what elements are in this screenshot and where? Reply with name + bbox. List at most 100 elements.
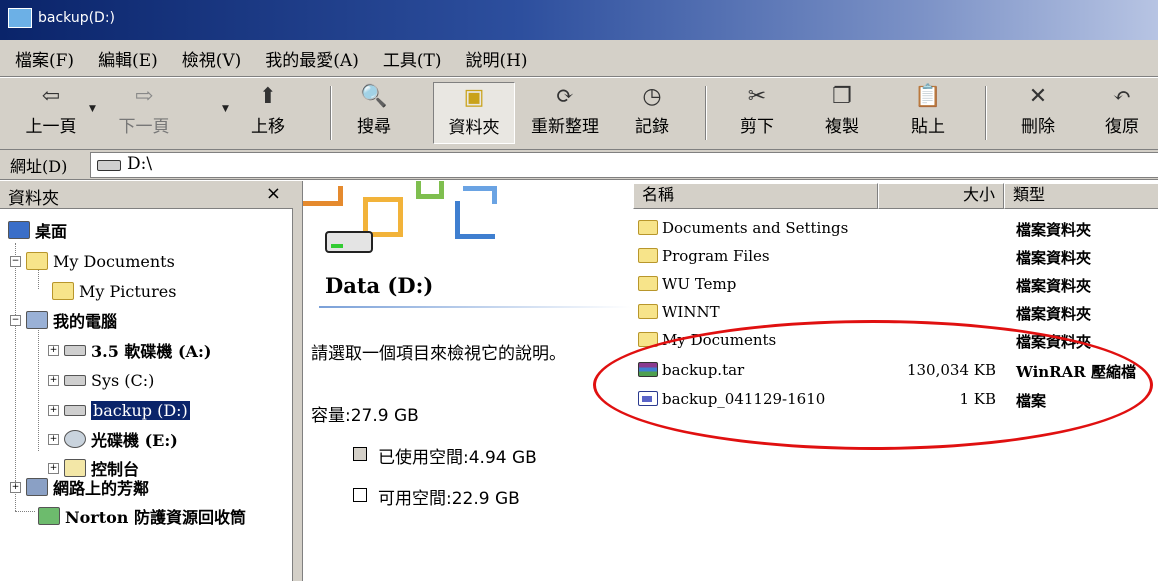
cd-drive-icon [64,430,86,448]
menu-help[interactable]: 說明(H) [465,46,527,71]
delete-label: 刪除 [1021,117,1055,137]
expand-icon[interactable]: + [48,462,59,474]
tree-item-backup-d[interactable]: + backup (D:) [48,397,190,423]
file-type: 檔案資料夾 [1016,305,1092,323]
scissors-icon: ✂ [747,84,767,109]
refresh-icon: ⟳ [555,84,575,109]
undo-icon: ↶ [1112,84,1132,109]
hard-drive-icon [325,231,373,253]
recycle-bin-icon [38,507,60,525]
tree-item-desktop[interactable]: 桌面 [8,217,67,243]
file-row[interactable]: backup_041129-1610 1 KB 檔案 [631,385,1158,413]
paste-label: 貼上 [911,117,945,137]
search-button[interactable]: 🔍 搜尋 [342,82,406,144]
copy-button[interactable]: ❐ 複製 [812,82,872,144]
hard-drive-icon [64,404,86,416]
cut-label: 剪下 [740,117,774,137]
my-computer-icon [26,311,48,329]
tree-item-sys-c[interactable]: + Sys (C:) [48,367,154,393]
folder-icon [638,304,658,319]
expand-icon[interactable]: + [48,344,59,356]
tree-item-label: backup (D:) [91,400,190,420]
tree-item-label: 網路上的芳鄰 [53,479,150,498]
expand-icon[interactable]: + [48,404,59,416]
folder-icon [638,248,658,263]
decorative-frame [303,186,343,206]
copy-icon: ❐ [832,84,852,109]
column-header-type[interactable]: 類型 [1004,183,1158,209]
expand-icon[interactable]: + [48,374,59,386]
history-button[interactable]: ◷ 記錄 [622,82,682,144]
menu-bar: 檔案(F) 編輯(E) 檢視(V) 我的最愛(A) 工具(T) 說明(H) [0,40,1158,77]
toolbar-separator [985,86,987,140]
tree-item-label: 我的電腦 [53,312,118,331]
collapse-icon[interactable]: − [10,255,21,267]
search-label: 搜尋 [357,117,391,137]
explorer-window-icon [8,8,32,28]
folders-button[interactable]: ▣ 資料夾 [433,82,515,144]
tree-item-cd-e[interactable]: + 光碟機 (E:) [48,426,178,452]
folder-icon [638,220,658,235]
delete-button[interactable]: ✕ 刪除 [1008,82,1068,144]
forward-dropdown-icon[interactable]: ▼ [222,104,229,114]
tree-item-label: My Pictures [79,281,177,301]
floppy-drive-icon [64,344,86,356]
file-type: 檔案 [1016,392,1047,410]
address-value: D:\ [127,154,153,174]
up-label: 上移 [251,117,285,137]
undo-label: 復原 [1105,117,1139,137]
file-size: 1 KB [959,390,996,408]
expand-icon[interactable]: + [48,433,59,445]
network-icon [26,478,48,496]
back-button[interactable]: ⇦ 上一頁 [14,82,88,144]
menu-edit[interactable]: 編輯(E) [98,46,158,71]
back-dropdown-icon[interactable]: ▼ [89,104,96,114]
file-name: WINNT [662,303,720,321]
file-row[interactable]: Program Files 檔案資料夾 [631,242,1158,270]
cut-button[interactable]: ✂ 剪下 [727,82,787,144]
file-row[interactable]: Documents and Settings 檔案資料夾 [631,214,1158,242]
up-button[interactable]: ⬆ 上移 [238,82,298,144]
file-row[interactable]: WU Temp 檔案資料夾 [631,270,1158,298]
menu-view[interactable]: 檢視(V) [182,46,242,71]
tree-line [15,511,35,512]
menu-tools[interactable]: 工具(T) [383,46,442,71]
tree-item-network[interactable]: + 網路上的芳鄰 [10,474,149,500]
tree-item-my-computer[interactable]: − 我的電腦 [10,307,117,333]
tree-item-floppy[interactable]: + 3.5 軟碟機 (A:) [48,337,211,363]
file-row[interactable]: backup.tar 130,034 KB WinRAR 壓縮檔 [631,356,1158,384]
file-row[interactable]: WINNT 檔案資料夾 [631,298,1158,326]
back-arrow-icon: ⇦ [41,84,61,109]
title-bar[interactable]: backup(D:) [0,0,1158,40]
folder-icon [52,282,74,300]
selection-prompt: 請選取一個項目來檢視它的說明。 [311,344,566,364]
divider [319,306,631,308]
history-icon: ◷ [642,84,662,109]
tree-item-my-pictures[interactable]: My Pictures [52,278,176,304]
collapse-icon[interactable]: − [10,314,21,326]
file-type: 檔案資料夾 [1016,333,1092,351]
tree-item-recycle-bin[interactable]: Norton 防護資源回收筒 [38,503,246,529]
column-header-size[interactable]: 大小 [878,183,1004,209]
file-row[interactable]: My Documents 檔案資料夾 [631,326,1158,354]
undo-button[interactable]: ↶ 復原 [1090,82,1154,144]
column-header-name[interactable]: 名稱 [633,183,878,209]
tree-item-label: 桌面 [35,222,68,241]
decorative-frame [416,181,444,199]
close-icon[interactable]: × [266,183,281,204]
toolbar-separator [705,86,707,140]
file-type: WinRAR 壓縮檔 [1016,363,1136,381]
menu-file[interactable]: 檔案(F) [15,46,74,71]
pane-splitter[interactable] [293,181,303,581]
content-pane: Data (D:) 請選取一個項目來檢視它的說明。 容量:27.9 GB 已使用… [303,181,1158,581]
menu-favorites[interactable]: 我的最愛(A) [265,46,359,71]
forward-button[interactable]: ⇨ 下一頁 [107,82,181,144]
file-name: Program Files [662,247,770,265]
paste-button[interactable]: 📋 貼上 [898,82,958,144]
address-input[interactable]: D:\ [90,152,1158,178]
expand-icon[interactable]: + [10,481,21,493]
folder-icon [638,276,658,291]
tree-item-my-documents[interactable]: − My Documents [10,248,175,274]
refresh-button[interactable]: ⟳ 重新整理 [520,82,610,144]
copy-label: 複製 [825,117,859,137]
